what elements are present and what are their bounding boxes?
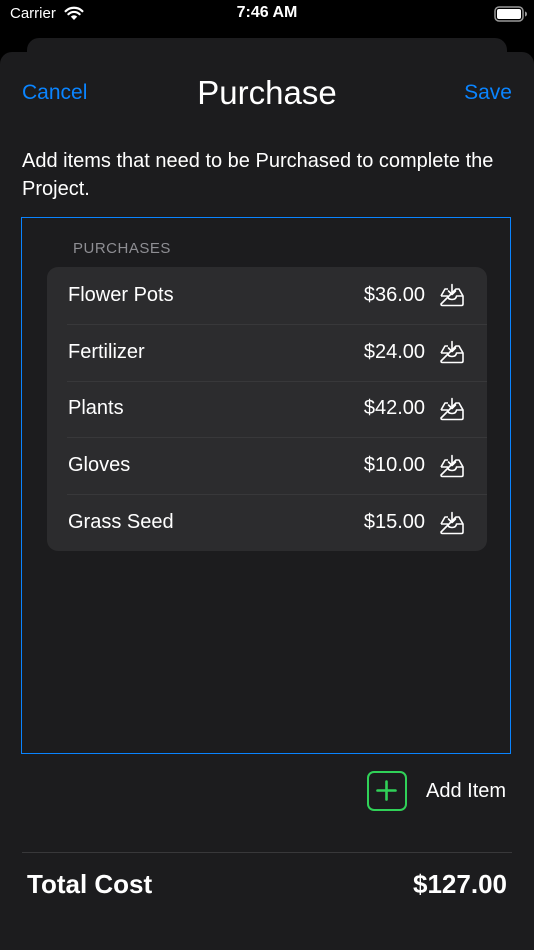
section-header-purchases: PURCHASES — [73, 240, 171, 257]
item-name: Grass Seed — [68, 511, 174, 534]
list-item[interactable]: Flower Pots $36.00 — [47, 267, 487, 324]
item-name: Gloves — [68, 454, 131, 477]
add-item-button[interactable] — [367, 771, 407, 811]
list-item[interactable]: Plants $42.00 — [47, 380, 487, 438]
tray-download-icon[interactable] — [439, 397, 465, 421]
item-price: $24.00 — [363, 340, 425, 363]
page-title: Purchase — [197, 74, 337, 111]
list-item[interactable]: Gloves $10.00 — [47, 437, 487, 494]
item-name: Plants — [68, 397, 124, 420]
item-price: $36.00 — [363, 283, 425, 306]
item-price: $10.00 — [363, 454, 425, 477]
item-price: $42.00 — [363, 397, 425, 420]
plus-icon — [376, 780, 397, 801]
description-text: Add items that need to be Purchased to c… — [22, 150, 494, 200]
status-bar: Carrier 7:46 AM — [0, 0, 534, 30]
tray-download-icon[interactable] — [439, 340, 465, 364]
item-name: Fertilizer — [68, 340, 145, 363]
status-time: 7:46 AM — [236, 4, 298, 21]
tray-download-icon[interactable] — [439, 283, 465, 307]
save-button[interactable]: Save — [464, 81, 512, 105]
purchases-list: Flower Pots $36.00 Fertilizer $24.00 Pla… — [47, 267, 487, 551]
total-cost-value: $127.00 — [413, 869, 507, 899]
list-item[interactable]: Grass Seed $15.00 — [47, 494, 487, 551]
item-name: Flower Pots — [68, 283, 174, 306]
add-item-label[interactable]: Add Item — [426, 780, 506, 803]
divider — [22, 852, 512, 853]
battery-icon — [494, 6, 527, 22]
item-price: $15.00 — [363, 511, 425, 534]
tray-download-icon[interactable] — [439, 511, 465, 535]
list-item[interactable]: Fertilizer $24.00 — [47, 323, 487, 381]
tray-download-icon[interactable] — [439, 454, 465, 478]
total-cost-label: Total Cost — [27, 869, 153, 899]
